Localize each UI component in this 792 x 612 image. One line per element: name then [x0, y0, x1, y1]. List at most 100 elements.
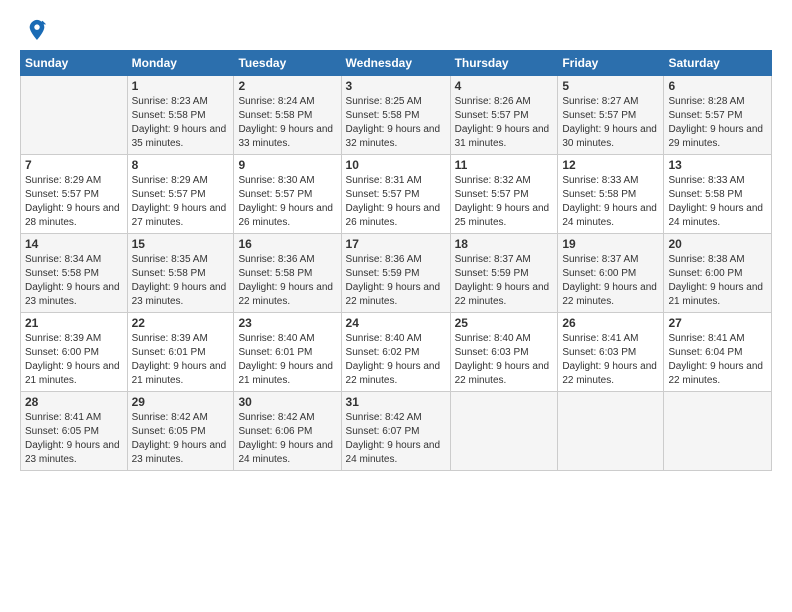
sunset-label: Sunset: 5:57 PM [132, 189, 206, 200]
sunrise-label: Sunrise: 8:41 AM [562, 333, 638, 344]
sunset-label: Sunset: 5:57 PM [238, 189, 312, 200]
calendar-cell: 16 Sunrise: 8:36 AM Sunset: 5:58 PM Dayl… [234, 234, 341, 313]
calendar-cell: 26 Sunrise: 8:41 AM Sunset: 6:03 PM Dayl… [558, 313, 664, 392]
daylight-label: Daylight: 9 hours and 32 minutes. [346, 124, 441, 149]
day-number: 22 [132, 316, 230, 330]
calendar-cell: 7 Sunrise: 8:29 AM Sunset: 5:57 PM Dayli… [21, 155, 128, 234]
day-info: Sunrise: 8:36 AM Sunset: 5:58 PM Dayligh… [238, 253, 336, 309]
sunrise-label: Sunrise: 8:42 AM [238, 412, 314, 423]
logo [20, 18, 48, 40]
day-info: Sunrise: 8:41 AM Sunset: 6:03 PM Dayligh… [562, 332, 659, 388]
day-info: Sunrise: 8:36 AM Sunset: 5:59 PM Dayligh… [346, 253, 446, 309]
day-info: Sunrise: 8:28 AM Sunset: 5:57 PM Dayligh… [668, 95, 767, 151]
day-info: Sunrise: 8:42 AM Sunset: 6:05 PM Dayligh… [132, 411, 230, 467]
daylight-label: Daylight: 9 hours and 21 minutes. [668, 282, 763, 307]
sunrise-label: Sunrise: 8:27 AM [562, 96, 638, 107]
day-info: Sunrise: 8:39 AM Sunset: 6:01 PM Dayligh… [132, 332, 230, 388]
sunrise-label: Sunrise: 8:41 AM [25, 412, 101, 423]
calendar-cell: 14 Sunrise: 8:34 AM Sunset: 5:58 PM Dayl… [21, 234, 128, 313]
day-info: Sunrise: 8:30 AM Sunset: 5:57 PM Dayligh… [238, 174, 336, 230]
calendar-table: SundayMondayTuesdayWednesdayThursdayFrid… [20, 50, 772, 471]
sunrise-label: Sunrise: 8:33 AM [562, 175, 638, 186]
sunrise-label: Sunrise: 8:42 AM [132, 412, 208, 423]
day-number: 9 [238, 158, 336, 172]
calendar-cell [21, 76, 128, 155]
day-info: Sunrise: 8:25 AM Sunset: 5:58 PM Dayligh… [346, 95, 446, 151]
calendar-cell: 5 Sunrise: 8:27 AM Sunset: 5:57 PM Dayli… [558, 76, 664, 155]
day-info: Sunrise: 8:32 AM Sunset: 5:57 PM Dayligh… [455, 174, 554, 230]
day-info: Sunrise: 8:29 AM Sunset: 5:57 PM Dayligh… [25, 174, 123, 230]
sunrise-label: Sunrise: 8:38 AM [668, 254, 744, 265]
sunset-label: Sunset: 5:57 PM [455, 189, 529, 200]
sunrise-label: Sunrise: 8:33 AM [668, 175, 744, 186]
calendar-week-row: 21 Sunrise: 8:39 AM Sunset: 6:00 PM Dayl… [21, 313, 772, 392]
calendar-cell: 24 Sunrise: 8:40 AM Sunset: 6:02 PM Dayl… [341, 313, 450, 392]
day-number: 31 [346, 395, 446, 409]
day-number: 18 [455, 237, 554, 251]
daylight-label: Daylight: 9 hours and 31 minutes. [455, 124, 550, 149]
day-number: 5 [562, 79, 659, 93]
sunrise-label: Sunrise: 8:25 AM [346, 96, 422, 107]
day-number: 12 [562, 158, 659, 172]
calendar-week-row: 7 Sunrise: 8:29 AM Sunset: 5:57 PM Dayli… [21, 155, 772, 234]
sunset-label: Sunset: 6:05 PM [25, 426, 99, 437]
calendar-cell: 29 Sunrise: 8:42 AM Sunset: 6:05 PM Dayl… [127, 392, 234, 471]
day-info: Sunrise: 8:41 AM Sunset: 6:05 PM Dayligh… [25, 411, 123, 467]
sunset-label: Sunset: 6:01 PM [132, 347, 206, 358]
calendar-cell: 9 Sunrise: 8:30 AM Sunset: 5:57 PM Dayli… [234, 155, 341, 234]
sunset-label: Sunset: 6:03 PM [562, 347, 636, 358]
daylight-label: Daylight: 9 hours and 23 minutes. [25, 440, 120, 465]
day-number: 20 [668, 237, 767, 251]
day-info: Sunrise: 8:33 AM Sunset: 5:58 PM Dayligh… [562, 174, 659, 230]
calendar-cell: 12 Sunrise: 8:33 AM Sunset: 5:58 PM Dayl… [558, 155, 664, 234]
day-info: Sunrise: 8:29 AM Sunset: 5:57 PM Dayligh… [132, 174, 230, 230]
sunset-label: Sunset: 6:00 PM [562, 268, 636, 279]
calendar-cell: 1 Sunrise: 8:23 AM Sunset: 5:58 PM Dayli… [127, 76, 234, 155]
sunset-label: Sunset: 5:58 PM [668, 189, 742, 200]
daylight-label: Daylight: 9 hours and 22 minutes. [562, 282, 657, 307]
weekday-header: Sunday [21, 51, 128, 76]
calendar-cell: 28 Sunrise: 8:41 AM Sunset: 6:05 PM Dayl… [21, 392, 128, 471]
day-info: Sunrise: 8:37 AM Sunset: 6:00 PM Dayligh… [562, 253, 659, 309]
daylight-label: Daylight: 9 hours and 27 minutes. [132, 203, 227, 228]
day-number: 16 [238, 237, 336, 251]
calendar-cell: 4 Sunrise: 8:26 AM Sunset: 5:57 PM Dayli… [450, 76, 558, 155]
calendar-cell: 13 Sunrise: 8:33 AM Sunset: 5:58 PM Dayl… [664, 155, 772, 234]
weekday-header: Tuesday [234, 51, 341, 76]
day-info: Sunrise: 8:23 AM Sunset: 5:58 PM Dayligh… [132, 95, 230, 151]
sunrise-label: Sunrise: 8:23 AM [132, 96, 208, 107]
day-number: 25 [455, 316, 554, 330]
sunset-label: Sunset: 5:59 PM [455, 268, 529, 279]
calendar-cell: 27 Sunrise: 8:41 AM Sunset: 6:04 PM Dayl… [664, 313, 772, 392]
calendar-cell: 18 Sunrise: 8:37 AM Sunset: 5:59 PM Dayl… [450, 234, 558, 313]
daylight-label: Daylight: 9 hours and 21 minutes. [25, 361, 120, 386]
daylight-label: Daylight: 9 hours and 29 minutes. [668, 124, 763, 149]
sunrise-label: Sunrise: 8:40 AM [238, 333, 314, 344]
day-info: Sunrise: 8:31 AM Sunset: 5:57 PM Dayligh… [346, 174, 446, 230]
calendar-cell [664, 392, 772, 471]
calendar-cell: 17 Sunrise: 8:36 AM Sunset: 5:59 PM Dayl… [341, 234, 450, 313]
weekday-header: Thursday [450, 51, 558, 76]
daylight-label: Daylight: 9 hours and 24 minutes. [668, 203, 763, 228]
calendar-cell: 15 Sunrise: 8:35 AM Sunset: 5:58 PM Dayl… [127, 234, 234, 313]
calendar-cell: 21 Sunrise: 8:39 AM Sunset: 6:00 PM Dayl… [21, 313, 128, 392]
calendar-cell [450, 392, 558, 471]
sunrise-label: Sunrise: 8:32 AM [455, 175, 531, 186]
logo-icon [26, 18, 48, 40]
daylight-label: Daylight: 9 hours and 26 minutes. [238, 203, 333, 228]
day-info: Sunrise: 8:27 AM Sunset: 5:57 PM Dayligh… [562, 95, 659, 151]
sunset-label: Sunset: 6:07 PM [346, 426, 420, 437]
daylight-label: Daylight: 9 hours and 24 minutes. [238, 440, 333, 465]
day-number: 3 [346, 79, 446, 93]
daylight-label: Daylight: 9 hours and 28 minutes. [25, 203, 120, 228]
sunrise-label: Sunrise: 8:40 AM [455, 333, 531, 344]
page-container: SundayMondayTuesdayWednesdayThursdayFrid… [0, 0, 792, 483]
sunrise-label: Sunrise: 8:35 AM [132, 254, 208, 265]
day-number: 28 [25, 395, 123, 409]
day-number: 19 [562, 237, 659, 251]
sunrise-label: Sunrise: 8:29 AM [132, 175, 208, 186]
sunrise-label: Sunrise: 8:36 AM [346, 254, 422, 265]
daylight-label: Daylight: 9 hours and 25 minutes. [455, 203, 550, 228]
sunset-label: Sunset: 5:58 PM [562, 189, 636, 200]
calendar-cell: 11 Sunrise: 8:32 AM Sunset: 5:57 PM Dayl… [450, 155, 558, 234]
